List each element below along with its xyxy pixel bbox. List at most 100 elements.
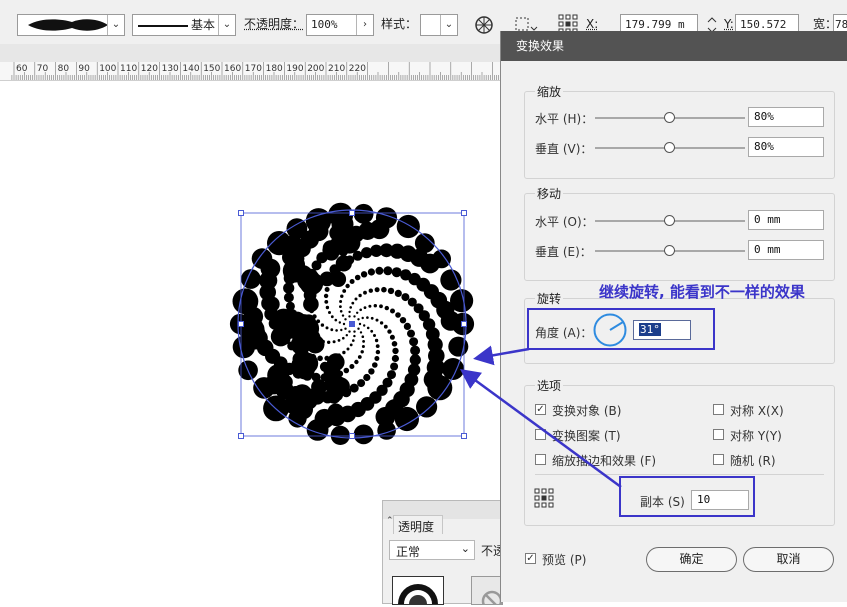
stroke-line-preview — [138, 25, 188, 27]
spiral-dot — [389, 334, 395, 340]
chevron-down-icon: ⌄ — [218, 15, 235, 35]
opacity-mask-thumbnail[interactable] — [471, 576, 503, 607]
scale-horizontal-input[interactable]: 80% — [748, 107, 824, 127]
move-vertical-slider-thumb[interactable] — [664, 245, 675, 256]
blend-mode-dropdown[interactable]: 正常 ⌄ — [389, 540, 475, 560]
ruler-tick-label: 70 — [36, 64, 49, 74]
spiral-dot — [341, 314, 345, 317]
spiral-dot — [282, 259, 307, 283]
tab-transparency-label: 透明度 — [398, 520, 435, 534]
ruler-tick-label: 160 — [224, 64, 242, 74]
spiral-dot — [324, 300, 329, 304]
spiral-dot — [373, 334, 376, 337]
spiral-dot — [330, 315, 334, 319]
recolor-artwork-icon[interactable] — [474, 15, 494, 35]
spiral-dot — [327, 340, 331, 344]
spiral-dot — [322, 240, 339, 256]
stroke-style-dropdown[interactable]: 基本 ⌄ — [132, 14, 236, 36]
random-checkbox[interactable] — [713, 454, 724, 465]
spiral-dot — [353, 334, 356, 338]
scale-vertical-input[interactable]: 80% — [748, 137, 824, 157]
stroke-style-label: 基本 — [191, 18, 216, 32]
chevron-down-icon: ⌄ — [107, 15, 124, 35]
spiral-dot — [369, 219, 390, 240]
opacity-input[interactable]: 100% › — [306, 14, 374, 36]
ruler-tick-label: 100 — [99, 64, 117, 74]
center-point-handle[interactable] — [349, 321, 355, 327]
spiral-dot — [390, 362, 399, 371]
spiral-dot — [368, 288, 373, 293]
ruler-tick-label: 120 — [140, 64, 158, 74]
spiral-dot — [362, 340, 365, 343]
spiral-dot — [345, 334, 348, 337]
scale-vertical-slider-thumb[interactable] — [664, 142, 675, 153]
spiral-dot — [379, 304, 383, 309]
transparency-panel: ⌃ 透明度 正常 ⌄ 不透 — [382, 500, 505, 607]
spiral-dot — [348, 330, 351, 333]
ok-button[interactable]: 确定 — [646, 547, 737, 572]
spiral-dot — [270, 326, 291, 347]
opacity-label[interactable]: 不透明度： — [244, 14, 304, 34]
reference-point-locator-icon[interactable] — [534, 488, 554, 508]
transform-patterns-label: 变换图案 (T) — [552, 429, 621, 443]
annotation-copies-highlight — [619, 476, 755, 517]
transform-patterns-checkbox[interactable] — [535, 429, 546, 440]
spiral-dot — [334, 318, 338, 322]
graphic-style-dropdown[interactable]: ⌄ — [420, 14, 458, 36]
spiral-dot — [310, 220, 326, 236]
scale-group: 缩放 水平 (H)： 80% 垂直 (V)： 80% — [524, 83, 835, 179]
spiral-dot — [263, 266, 277, 280]
spiral-dot — [349, 279, 355, 284]
scale-horizontal-slider-thumb[interactable] — [664, 112, 675, 123]
ruler-tick-label: 190 — [286, 64, 304, 74]
spiral-dot — [338, 321, 341, 324]
ruler-tick-label: 170 — [244, 64, 262, 74]
ruler-tick-label: 110 — [120, 64, 138, 74]
move-vertical-input[interactable]: 0 mm — [748, 240, 824, 260]
scale-vertical-label: 垂直 (V)： — [535, 142, 593, 156]
scale-group-title: 缩放 — [535, 83, 564, 100]
spiral-dot — [352, 339, 355, 342]
object-thumbnail[interactable] — [392, 576, 444, 605]
transform-objects-checkbox[interactable]: ✓ — [535, 404, 546, 415]
spiral-dot — [374, 287, 380, 293]
spiral-dot — [387, 287, 395, 295]
annotation-angle-highlight — [527, 308, 715, 350]
scale-strokes-label: 缩放描边和效果 (F) — [552, 454, 657, 468]
spiral-dot — [354, 297, 358, 301]
spiral-dot — [342, 350, 346, 355]
spiral-dot — [374, 356, 380, 361]
move-group: 移动 水平 (O)： 0 mm 垂直 (E)： 0 mm — [524, 185, 835, 281]
spiral-dot — [339, 300, 343, 303]
scale-strokes-checkbox[interactable] — [535, 454, 546, 465]
preview-checkbox[interactable]: ✓ — [525, 553, 536, 564]
move-horizontal-slider-thumb[interactable] — [664, 215, 675, 226]
spiral-dot — [325, 305, 330, 310]
spiral-dot — [361, 316, 364, 320]
ruler-tick-label: 80 — [57, 64, 70, 74]
brush-profile-dropdown[interactable]: ⌄ — [17, 14, 125, 36]
spiral-dot — [354, 274, 361, 281]
spiral-dot — [399, 317, 407, 324]
spiral-dot — [359, 331, 363, 334]
spiral-dot — [359, 308, 363, 312]
spiral-dot — [375, 349, 381, 355]
spiral-dot — [357, 379, 366, 388]
spiral-dot — [353, 330, 356, 333]
spiral-dot — [340, 328, 343, 332]
spiral-dot — [335, 329, 338, 332]
spiral-dot — [343, 367, 350, 374]
spiral-dot — [357, 355, 362, 359]
spiral-dot — [391, 341, 398, 347]
reflect-y-checkbox[interactable] — [713, 429, 724, 440]
cancel-button[interactable]: 取消 — [743, 547, 834, 572]
tab-transparency[interactable]: 透明度 — [393, 515, 443, 534]
options-group-title: 选项 — [535, 377, 564, 394]
move-horizontal-input[interactable]: 0 mm — [748, 210, 824, 230]
reflect-x-checkbox[interactable] — [713, 404, 724, 415]
spiral-dot — [278, 374, 293, 390]
reflect-y-label: 对称 Y(Y) — [730, 429, 782, 443]
chevron-right-icon[interactable]: › — [356, 15, 373, 35]
spiral-dot — [324, 287, 330, 292]
spiral-dot — [366, 316, 369, 319]
